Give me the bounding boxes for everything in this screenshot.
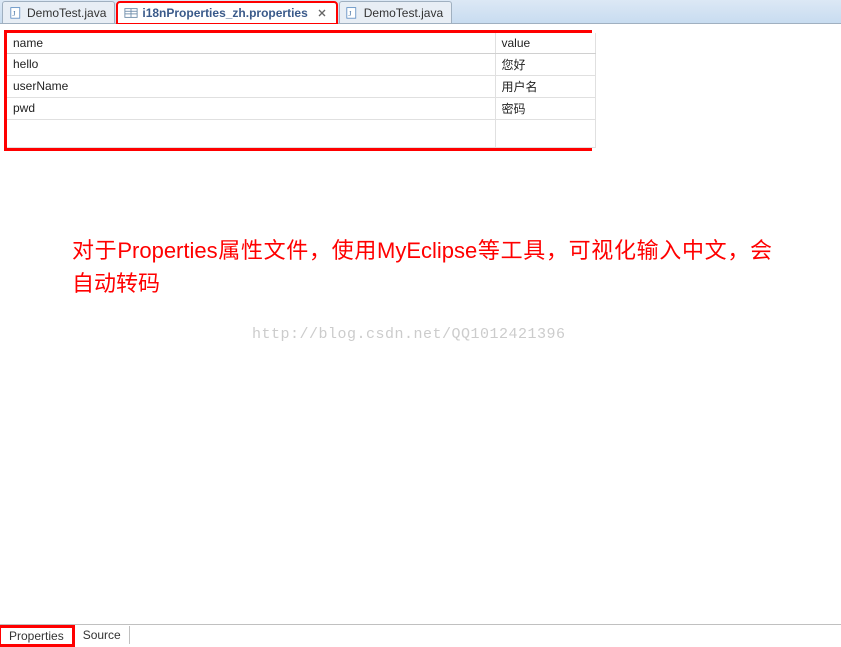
watermark-text: http://blog.csdn.net/QQ1012421396 [252, 326, 566, 343]
properties-table-container: name value hello 您好 userName 用户名 pwd 密码 [4, 30, 592, 151]
cell-empty[interactable] [495, 119, 595, 147]
java-file-icon: J [9, 6, 23, 20]
bottom-tab-label: Properties [9, 629, 64, 643]
tab-demotest-1[interactable]: J DemoTest.java [2, 1, 115, 23]
table-row[interactable]: pwd 密码 [7, 97, 595, 119]
bottom-tab-properties[interactable]: Properties [0, 625, 75, 647]
tab-label: i18nProperties_zh.properties [142, 6, 307, 20]
cell-name[interactable]: hello [7, 53, 495, 75]
tab-label: DemoTest.java [364, 6, 443, 20]
annotation-text: 对于Properties属性文件，使用MyEclipse等工具，可视化输入中文，… [72, 234, 772, 300]
cell-empty[interactable] [7, 119, 495, 147]
column-header-value[interactable]: value [495, 33, 595, 53]
column-header-name[interactable]: name [7, 33, 495, 53]
properties-file-icon [124, 6, 138, 20]
cell-value[interactable]: 用户名 [495, 75, 595, 97]
tab-label: DemoTest.java [27, 6, 106, 20]
cell-value[interactable]: 您好 [495, 53, 595, 75]
table-header-row: name value [7, 33, 595, 53]
editor-bottom-tab-bar: Properties Source [0, 624, 841, 644]
tab-i18n-properties[interactable]: i18nProperties_zh.properties [117, 2, 336, 24]
cell-value[interactable]: 密码 [495, 97, 595, 119]
bottom-tab-label: Source [83, 628, 121, 642]
java-file-icon: J [346, 6, 360, 20]
tab-demotest-2[interactable]: J DemoTest.java [339, 1, 452, 23]
bottom-tab-source[interactable]: Source [75, 626, 130, 644]
properties-table[interactable]: name value hello 您好 userName 用户名 pwd 密码 [7, 33, 596, 148]
table-empty-row[interactable] [7, 119, 595, 147]
cell-name[interactable]: userName [7, 75, 495, 97]
editor-tab-bar: J DemoTest.java i18nProperties_zh.proper… [0, 0, 841, 24]
table-row[interactable]: hello 您好 [7, 53, 595, 75]
cell-name[interactable]: pwd [7, 97, 495, 119]
editor-area: name value hello 您好 userName 用户名 pwd 密码 [0, 24, 841, 624]
close-icon[interactable] [316, 7, 328, 19]
svg-text:J: J [12, 9, 15, 18]
table-row[interactable]: userName 用户名 [7, 75, 595, 97]
svg-text:J: J [349, 9, 352, 18]
